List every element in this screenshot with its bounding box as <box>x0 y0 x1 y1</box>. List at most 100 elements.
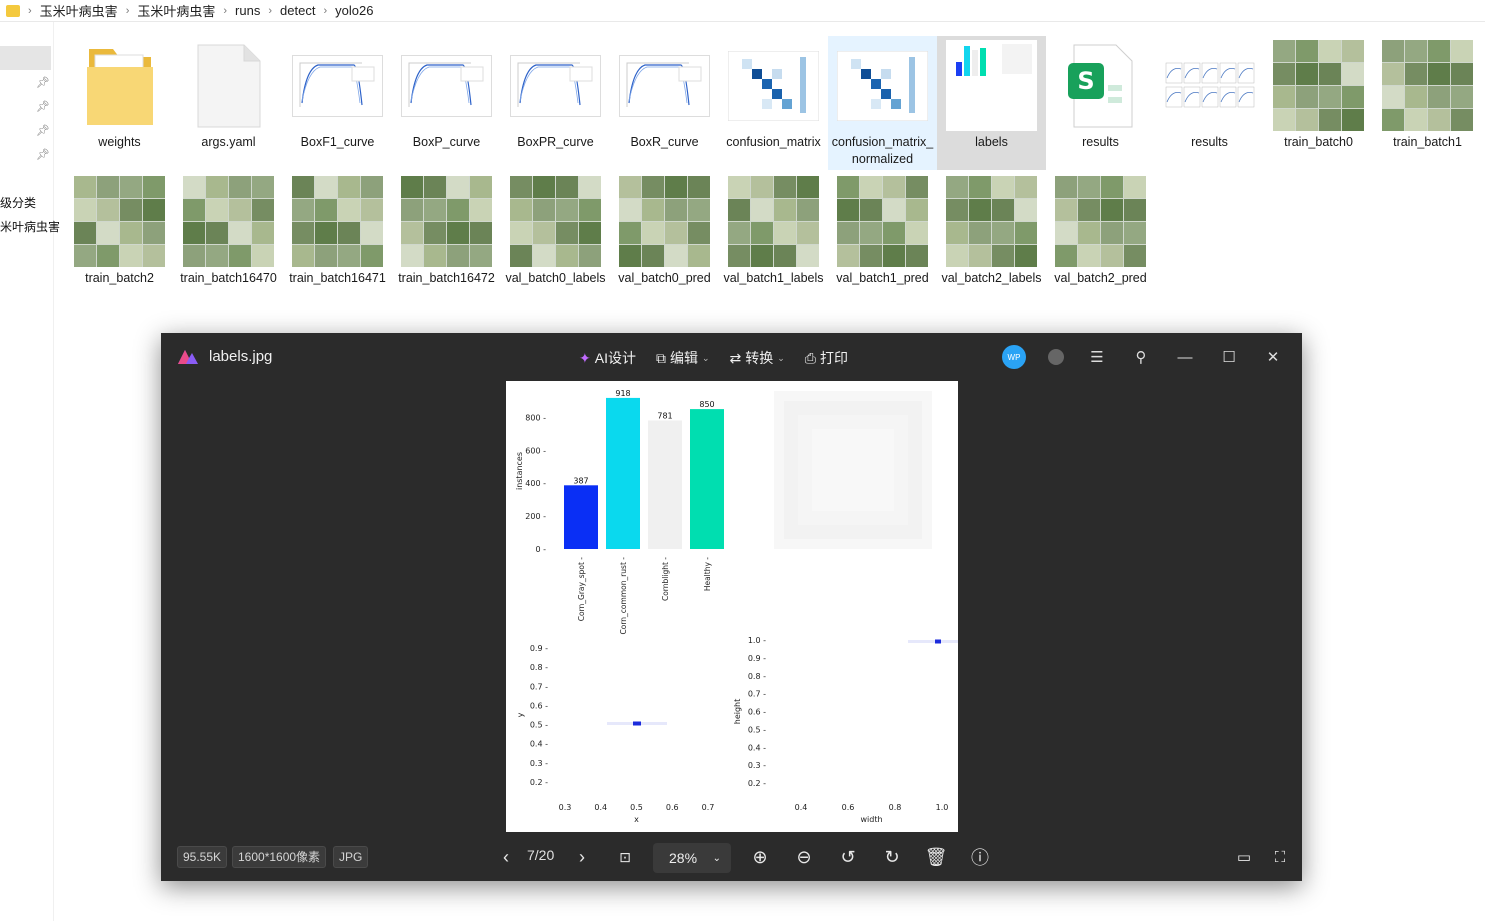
thumbnail-strip-icon[interactable]: ▭ <box>1232 845 1256 869</box>
file-tile[interactable]: labels <box>937 36 1046 170</box>
x-tick-label: 1.0 <box>936 803 949 812</box>
dimensions-badge: 1600*1600像素 <box>232 846 327 868</box>
file-tile[interactable]: BoxF1_curve <box>283 36 392 170</box>
zoom-select[interactable]: 28% ⌄ <box>653 843 731 873</box>
breadcrumb-item[interactable]: 玉米叶病虫害 <box>40 1 118 20</box>
file-name: train_batch1 <box>1393 135 1462 149</box>
delete-icon[interactable]: 🗑︎ <box>924 845 948 869</box>
fullscreen-icon[interactable]: ⛶ <box>1268 845 1292 869</box>
nav-item[interactable]: 米叶病虫害 <box>0 218 60 235</box>
x-tick-label: 0.3 <box>559 803 572 812</box>
edit-button[interactable]: ⧉ 编辑 ⌄ <box>656 348 710 368</box>
file-tile[interactable]: args.yaml <box>174 36 283 170</box>
file-tile[interactable]: confusion_matrix <box>719 36 828 170</box>
bar <box>690 409 724 549</box>
image-mosaic-thumbnail <box>837 176 928 267</box>
maximize-button[interactable]: ☐ <box>1218 346 1240 368</box>
close-button[interactable]: ✕ <box>1262 346 1284 368</box>
y-tick-label: 0.8 - <box>748 672 766 681</box>
breadcrumb-item[interactable]: yolo26 <box>335 3 373 18</box>
file-name: train_batch2 <box>85 271 154 285</box>
box-overlay-panel <box>774 391 932 549</box>
bar-value-label: 850 <box>699 400 714 409</box>
account-icon[interactable] <box>1048 349 1064 365</box>
file-tile[interactable]: weights <box>65 36 174 170</box>
window-controls: WP ☰ ⚲ — ☐ ✕ <box>1002 345 1284 369</box>
file-name: results <box>1082 135 1119 149</box>
next-image-button[interactable]: › <box>570 845 594 869</box>
convert-label: 转换 <box>745 350 774 366</box>
x-tick-label: 0.4 <box>795 803 808 812</box>
image-mosaic-thumbnail <box>510 176 601 267</box>
xy-heatmap: 0.3 0.4 0.5 0.6 0.7 0.9 - 0.8 - 0.7 - 0.6 - 0.5 -… <box>516 644 714 824</box>
file-name: confusion_matrix_normalized <box>831 135 934 166</box>
file-name: labels <box>975 135 1008 149</box>
file-tile[interactable]: train_batch0 <box>1264 36 1373 170</box>
file-tile[interactable]: train_batch2 <box>65 172 174 306</box>
breadcrumb-item[interactable]: detect <box>280 3 315 18</box>
nav-item[interactable]: 级分类 <box>0 194 36 211</box>
page-indicator: 7/20 <box>527 847 555 863</box>
file-tile[interactable]: BoxR_curve <box>610 36 719 170</box>
info-icon[interactable]: ⓘ <box>968 845 992 869</box>
image-mosaic-thumbnail <box>292 176 383 267</box>
y-tick-label: 0.5 - <box>530 721 548 730</box>
file-name: train_batch16472 <box>398 271 495 285</box>
image-canvas[interactable]: 0 - 200 - 400 - 600 - 800 - instances 387 Corn_… <box>506 381 968 832</box>
file-tile[interactable]: val_batch0_pred <box>610 172 719 306</box>
file-tile[interactable]: train_batch16471 <box>283 172 392 306</box>
spreadsheet-icon: S <box>1055 40 1146 131</box>
convert-button[interactable]: ⇄ 转换 ⌄ <box>730 348 785 368</box>
pin-icon[interactable]: 📌︎ <box>36 124 50 137</box>
x-axis-label: x <box>634 815 639 824</box>
zoom-out-icon[interactable]: ⊖ <box>792 845 816 869</box>
file-tile[interactable]: train_batch16470 <box>174 172 283 306</box>
file-name: train_batch0 <box>1284 135 1353 149</box>
print-button[interactable]: ⎙ 打印 <box>805 348 848 368</box>
avatar[interactable]: WP <box>1002 345 1026 369</box>
pin-icon[interactable]: 📌︎ <box>36 148 50 161</box>
file-tile[interactable]: val_batch0_labels <box>501 172 610 306</box>
bar <box>648 420 682 549</box>
pin-icon[interactable]: ⚲ <box>1130 346 1152 368</box>
pin-icon[interactable]: 📌︎ <box>36 76 50 89</box>
zoom-value: 28% <box>669 850 698 866</box>
file-tile[interactable]: val_batch2_pred <box>1046 172 1155 306</box>
file-tile[interactable]: train_batch16472 <box>392 172 501 306</box>
bar-value-label: 781 <box>657 411 672 420</box>
hamburger-menu-icon[interactable]: ☰ <box>1086 346 1108 368</box>
nav-selected-item[interactable] <box>0 46 51 70</box>
folder-icon <box>74 40 165 131</box>
file-tile[interactable]: BoxPR_curve <box>501 36 610 170</box>
file-name: val_batch0_pred <box>618 271 711 285</box>
file-tile[interactable]: train_batch1 <box>1373 36 1482 170</box>
rotate-left-icon[interactable]: ↺ <box>836 845 860 869</box>
labels-thumbnail <box>946 40 1037 131</box>
file-tile[interactable]: BoxP_curve <box>392 36 501 170</box>
rotate-right-icon[interactable]: ↻ <box>880 845 904 869</box>
y-tick-label: 600 - <box>525 446 546 455</box>
document-icon <box>183 40 274 131</box>
breadcrumb-item[interactable]: runs <box>235 3 260 18</box>
file-tile[interactable]: Sresults <box>1046 36 1155 170</box>
curve-thumbnail <box>510 40 601 131</box>
actual-size-button[interactable]: ⊡ <box>613 845 637 869</box>
file-tile[interactable]: val_batch1_labels <box>719 172 828 306</box>
x-tick-label: 0.7 <box>702 803 715 812</box>
image-mosaic-thumbnail <box>401 176 492 267</box>
zoom-in-icon[interactable]: ⊕ <box>748 845 772 869</box>
prev-image-button[interactable]: ‹ <box>494 845 518 869</box>
file-tile[interactable]: val_batch2_labels <box>937 172 1046 306</box>
category-label: Corn_common_rust - <box>619 557 628 635</box>
convert-icon: ⇄ <box>729 349 742 366</box>
breadcrumb-item[interactable]: 玉米叶病虫害 <box>137 1 215 20</box>
ai-design-button[interactable]: ✦ AI设计 <box>579 348 636 368</box>
file-tile[interactable]: val_batch1_pred <box>828 172 937 306</box>
chevron-right-icon: › <box>323 4 328 17</box>
file-name: weights <box>98 135 141 149</box>
pin-icon[interactable]: 📌︎ <box>36 100 50 113</box>
minimize-button[interactable]: — <box>1174 346 1196 368</box>
x-tick-label: 0.4 <box>594 803 607 812</box>
file-tile[interactable]: confusion_matrix_normalized <box>828 36 937 170</box>
file-tile[interactable]: results <box>1155 36 1264 170</box>
